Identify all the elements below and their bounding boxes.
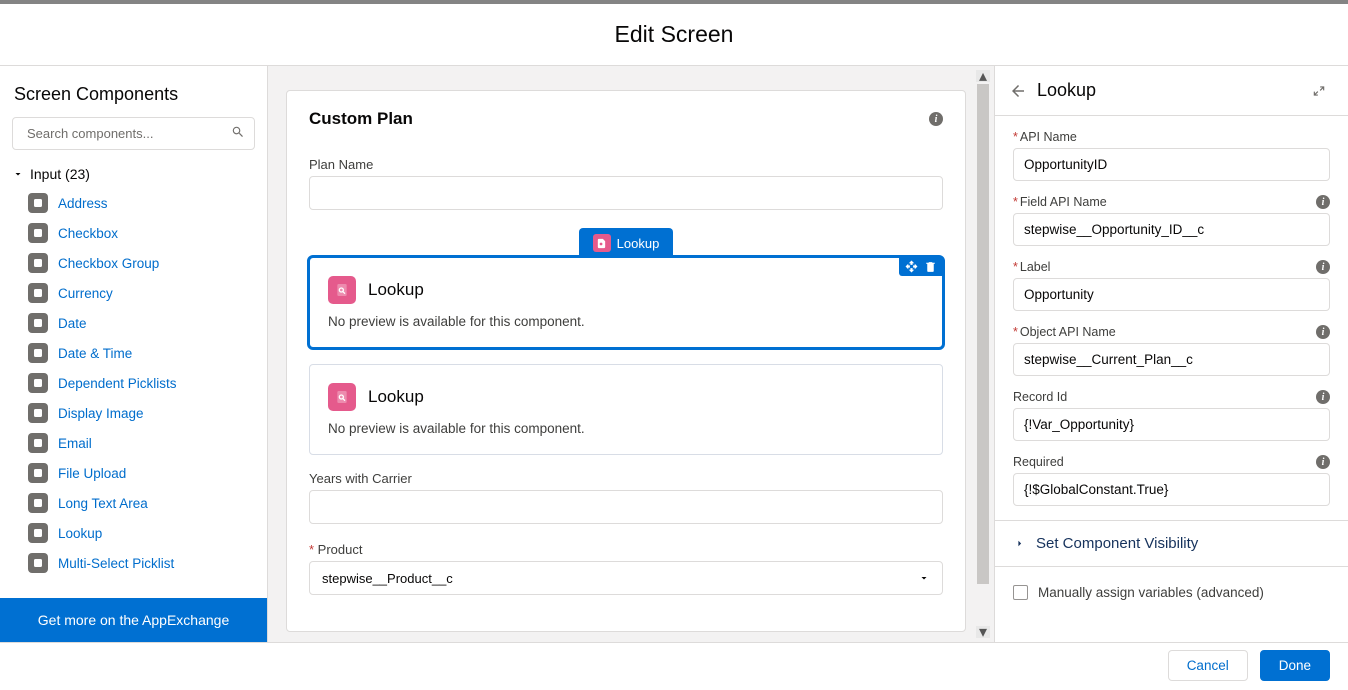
visibility-section[interactable]: Set Component Visibility — [995, 520, 1348, 567]
component-item[interactable]: Lookup — [12, 518, 261, 548]
component-item[interactable]: Date — [12, 308, 261, 338]
chevron-right-icon — [1013, 537, 1026, 550]
component-type-icon — [28, 313, 48, 333]
component-type-icon — [28, 463, 48, 483]
left-panel: Screen Components Input (23) AddressChec… — [0, 66, 268, 642]
chevron-down-icon — [918, 572, 930, 584]
component-item[interactable]: Checkbox Group — [12, 248, 261, 278]
appexchange-button[interactable]: Get more on the AppExchange — [0, 598, 267, 642]
lookup-icon — [593, 234, 611, 252]
info-icon[interactable]: i — [1316, 325, 1330, 339]
cancel-button[interactable]: Cancel — [1168, 650, 1248, 681]
component-type-icon — [28, 223, 48, 243]
property-input[interactable] — [1013, 213, 1330, 246]
component-item[interactable]: File Upload — [12, 458, 261, 488]
lookup-pill: Lookup — [579, 228, 674, 258]
search-icon — [231, 125, 245, 144]
titlebar: Edit Screen — [0, 4, 1348, 66]
property-field: API Name — [1013, 130, 1330, 181]
component-type-icon — [28, 283, 48, 303]
property-input[interactable] — [1013, 343, 1330, 376]
category-input[interactable]: Input (23) — [12, 160, 261, 188]
product-select[interactable]: stepwise__Product__c — [309, 561, 943, 595]
component-type-icon — [28, 253, 48, 273]
panel-title: Lookup — [1037, 80, 1096, 101]
card-info-icon[interactable]: i — [929, 112, 943, 126]
info-icon[interactable]: i — [1316, 390, 1330, 404]
lookup-icon — [328, 383, 356, 411]
component-type-icon — [28, 373, 48, 393]
screen-card: Custom Plan i Plan Name Lookup — [286, 90, 966, 632]
component-type-icon — [28, 433, 48, 453]
chevron-down-icon — [12, 168, 24, 180]
property-field: Object API Namei — [1013, 325, 1330, 376]
card-title: Custom Plan — [309, 109, 413, 129]
delete-icon[interactable] — [924, 260, 937, 273]
canvas: Custom Plan i Plan Name Lookup — [268, 66, 994, 642]
field-product[interactable]: Product stepwise__Product__c — [309, 542, 943, 595]
component-type-icon — [28, 523, 48, 543]
component-type-icon — [28, 343, 48, 363]
checkbox-icon[interactable] — [1013, 585, 1028, 600]
component-scroll[interactable]: Input (23) AddressCheckboxCheckbox Group… — [0, 160, 267, 598]
component-search[interactable] — [12, 117, 255, 150]
lookup-component-2[interactable]: Lookup No preview is available for this … — [309, 364, 943, 455]
manual-assign-checkbox[interactable]: Manually assign variables (advanced) — [1013, 581, 1330, 604]
field-plan-name[interactable]: Plan Name — [309, 157, 943, 210]
property-field: Requiredi — [1013, 455, 1330, 506]
field-years-carrier[interactable]: Years with Carrier — [309, 471, 943, 524]
properties-panel: Lookup API Name Field API Namei Labeli Obje… — [994, 66, 1348, 642]
search-input[interactable] — [12, 117, 255, 150]
left-header: Screen Components — [0, 66, 267, 117]
component-type-icon — [28, 553, 48, 573]
component-item[interactable]: Display Image — [12, 398, 261, 428]
component-item[interactable]: Checkbox — [12, 218, 261, 248]
property-field: Field API Namei — [1013, 195, 1330, 246]
component-type-icon — [28, 403, 48, 423]
property-input[interactable] — [1013, 278, 1330, 311]
component-handle[interactable] — [899, 257, 943, 276]
component-type-icon — [28, 193, 48, 213]
move-icon[interactable] — [905, 260, 918, 273]
selected-component-tab: Lookup — [309, 228, 943, 258]
expand-icon[interactable] — [1312, 84, 1326, 98]
page-title: Edit Screen — [615, 21, 734, 48]
canvas-scrollbar[interactable]: ▴ ▾ — [976, 70, 990, 638]
property-input[interactable] — [1013, 148, 1330, 181]
component-item[interactable]: Long Text Area — [12, 488, 261, 518]
property-field: Record Idi — [1013, 390, 1330, 441]
done-button[interactable]: Done — [1260, 650, 1330, 681]
lookup-icon — [328, 276, 356, 304]
lookup-component-selected[interactable]: Lookup No preview is available for this … — [309, 257, 943, 348]
property-input[interactable] — [1013, 408, 1330, 441]
component-item[interactable]: Dependent Picklists — [12, 368, 261, 398]
component-type-icon — [28, 493, 48, 513]
scroll-up-icon[interactable]: ▴ — [976, 70, 990, 82]
component-item[interactable]: Multi-Select Picklist — [12, 548, 261, 578]
scroll-down-icon[interactable]: ▾ — [976, 626, 990, 638]
info-icon[interactable]: i — [1316, 260, 1330, 274]
property-field: Labeli — [1013, 260, 1330, 311]
component-item[interactable]: Date & Time — [12, 338, 261, 368]
component-item[interactable]: Address — [12, 188, 261, 218]
property-input[interactable] — [1013, 473, 1330, 506]
component-item[interactable]: Email — [12, 428, 261, 458]
info-icon[interactable]: i — [1316, 195, 1330, 209]
footer: Cancel Done — [0, 642, 1348, 688]
component-item[interactable]: Currency — [12, 278, 261, 308]
back-arrow-icon[interactable] — [1009, 82, 1027, 100]
info-icon[interactable]: i — [1316, 455, 1330, 469]
